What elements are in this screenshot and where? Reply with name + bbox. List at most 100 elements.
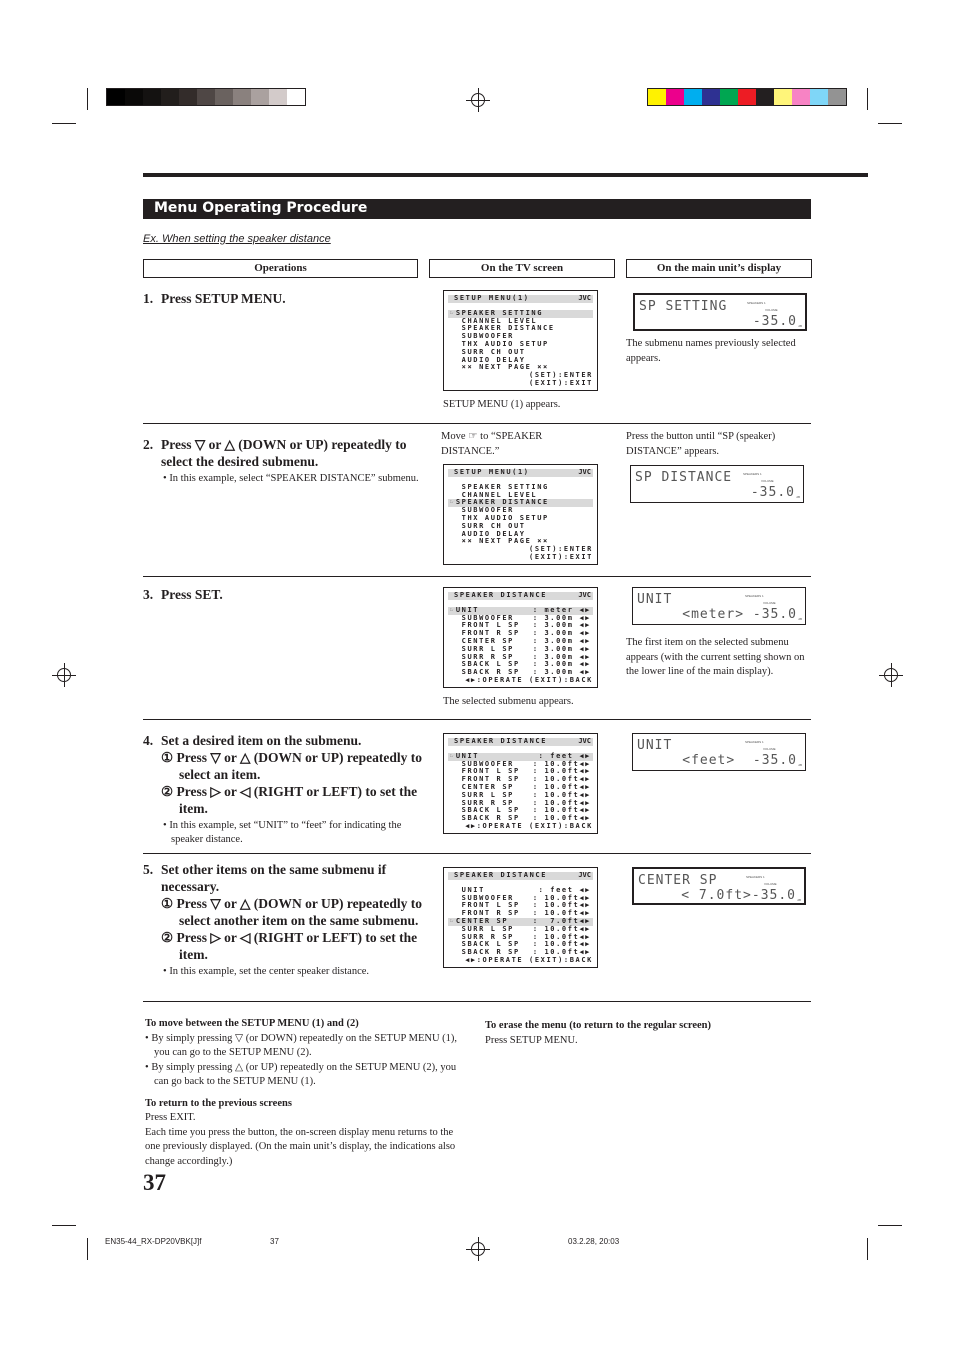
process-color-bar [647, 88, 847, 106]
tv-screen: SETUP MENU(1) JVC SPEAKER SETTING CHANNEL… [443, 464, 598, 565]
color-swatch [287, 89, 305, 105]
main-unit-display: UNIT <meter> -35.0 SPEAKERS 1 VOLUME dB [632, 587, 806, 625]
section-title: Menu Operating Procedure [143, 199, 811, 219]
tv-screen: SETUP MENU(1) JVC ☞SPEAKER SETTING CHANNEL… [443, 290, 598, 391]
crop-mark [867, 88, 868, 110]
tv-title-text: SETUP MENU(1) [454, 294, 530, 302]
volume-indicator: VOLUME [764, 882, 777, 886]
return-description: Each time you press the button, the on-s… [145, 1126, 456, 1167]
display-line-1: CENTER SP [638, 873, 718, 888]
top-rule [143, 173, 868, 177]
tv-menu-value [591, 325, 593, 333]
column-header-tv-screen: On the TV screen [429, 259, 615, 278]
tv-screen: SPEAKER DISTANCE JVC ☞UNIT: meter ◀▶ SUBWO… [443, 587, 598, 688]
step-4: 4. Set a desired item on the submenu. ① Pr… [143, 732, 423, 847]
notes-right: To erase the menu (to return to the regu… [485, 1019, 785, 1048]
registration-mark-icon [466, 88, 490, 112]
tv-menu-value [591, 515, 593, 523]
color-swatch [233, 89, 251, 105]
color-swatch [756, 89, 774, 105]
tv-title-text: SPEAKER DISTANCE [454, 591, 548, 599]
tv-menu-value [591, 357, 593, 365]
jvc-logo: JVC [578, 591, 591, 599]
step-5: 5. Set other items on the same submenu if… [143, 861, 423, 979]
tv-menu-value [591, 492, 593, 500]
divider [143, 853, 811, 854]
color-swatch [738, 89, 756, 105]
tv-menu-value [591, 507, 593, 515]
registration-mark-icon [52, 663, 76, 687]
tv-menu-value [591, 333, 593, 341]
step-substep: ① Press ▽ or △ (DOWN or UP) repeatedly t… [161, 896, 422, 928]
tv-footer-hint: ◀▶:OPERATE (EXIT):BACK [465, 821, 593, 830]
display-line-1: SP SETTING [639, 299, 728, 314]
color-swatch [666, 89, 684, 105]
step-1: 1. Press SETUP MENU. [143, 290, 423, 307]
tv-title-text: SPEAKER DISTANCE [454, 737, 548, 745]
speakers-indicator: SPEAKERS 1 [746, 875, 765, 879]
tv-screen-title: SPEAKER DISTANCE JVC [448, 591, 593, 600]
step-substep: ② Press ▷ or ◁ (RIGHT or LEFT) to set th… [161, 784, 418, 816]
step-note-text: In this example, set “UNIT” to “feet” fo… [169, 820, 402, 845]
color-swatch [648, 89, 666, 105]
step-number: 2. [143, 437, 154, 452]
color-swatch [125, 89, 143, 105]
db-unit: dB [798, 617, 802, 621]
step-instruction: Press SET. [161, 587, 223, 602]
erase-instruction: Press SETUP MENU. [485, 1034, 578, 1046]
color-swatch [179, 89, 197, 105]
speakers-indicator: SPEAKERS 1 [745, 740, 764, 744]
divider [143, 1001, 811, 1002]
color-swatch [107, 89, 125, 105]
tv-footer-hint: ◀▶:OPERATE (EXIT):BACK [465, 675, 593, 684]
color-swatch [720, 89, 738, 105]
main-unit-display: SP SETTING -35.0 SPEAKERS 1 VOLUME dB [633, 293, 807, 331]
notes-left: To move between the SETUP MENU (1) and (… [145, 1017, 465, 1169]
tv-screen-title: SETUP MENU(1) JVC [448, 468, 593, 477]
display-line-2: <feet> -35.0 [682, 753, 797, 768]
bullet: • By simply pressing ▽ (or DOWN) repeate… [145, 1032, 458, 1059]
step-instruction: Set a desired item on the submenu. [161, 733, 362, 748]
crop-mark [867, 1238, 868, 1260]
color-swatch [143, 89, 161, 105]
registration-mark-icon [879, 663, 903, 687]
grayscale-color-bar [106, 88, 306, 106]
speakers-indicator: SPEAKERS 1 [745, 594, 764, 598]
footer-timestamp: 03.2.28, 20:03 [568, 1237, 620, 1246]
jvc-logo: JVC [578, 871, 591, 879]
step-note: • In this example, set “UNIT” to “feet” … [163, 820, 402, 845]
step-instruction: Set other items on the same submenu if n… [161, 862, 387, 894]
page-number: 37 [143, 1170, 166, 1195]
step-number: 3. [143, 587, 154, 602]
tv-menu-value [591, 341, 593, 349]
crop-mark [878, 1225, 902, 1226]
volume-indicator: VOLUME [765, 308, 778, 312]
column-header-operations: Operations [143, 259, 418, 278]
tv-caption: The selected submenu appears. [443, 696, 574, 707]
color-swatch [702, 89, 720, 105]
tv-menu-value [591, 310, 593, 318]
step-note-text: In this example, select “SPEAKER DISTANC… [169, 473, 419, 484]
tv-menu-value [591, 531, 593, 539]
main-unit-display: SP DISTANCE -35.0 SPEAKERS 1 VOLUME dB [630, 465, 804, 503]
main-unit-display: UNIT <feet> -35.0 SPEAKERS 1 VOLUME dB [632, 733, 806, 771]
tv-screen: SPEAKER DISTANCE JVC UNIT: feet ◀▶ SUBWOO… [443, 867, 598, 968]
step-substep: ① Press ▽ or △ (DOWN or UP) repeatedly t… [161, 750, 422, 782]
step-3: 3. Press SET. [143, 586, 423, 603]
display-line-2: -35.0 [750, 485, 795, 500]
display-caption: The submenu names previously selected ap… [626, 338, 796, 364]
display-line-2: -35.0 [752, 314, 797, 329]
step-substep: ② Press ▷ or ◁ (RIGHT or LEFT) to set th… [161, 930, 418, 962]
color-swatch [161, 89, 179, 105]
step-number: 5. [143, 862, 154, 877]
color-swatch [684, 89, 702, 105]
step-number: 4. [143, 733, 154, 748]
tv-caption: Move ☞ to “SPEAKER DISTANCE.” [441, 431, 543, 457]
main-unit-display: CENTER SP < 7.0ft>-35.0 SPEAKERS 1 VOLUME dB [632, 867, 806, 905]
step-instruction: Press ▽ or △ (DOWN or UP) repeatedly to … [161, 437, 407, 469]
erase-heading: To erase the menu (to return to the regu… [485, 1020, 712, 1031]
crop-mark [52, 123, 76, 124]
db-unit: dB [797, 898, 801, 902]
divider [143, 423, 811, 424]
column-header-main-display: On the main unit’s display [626, 259, 812, 278]
